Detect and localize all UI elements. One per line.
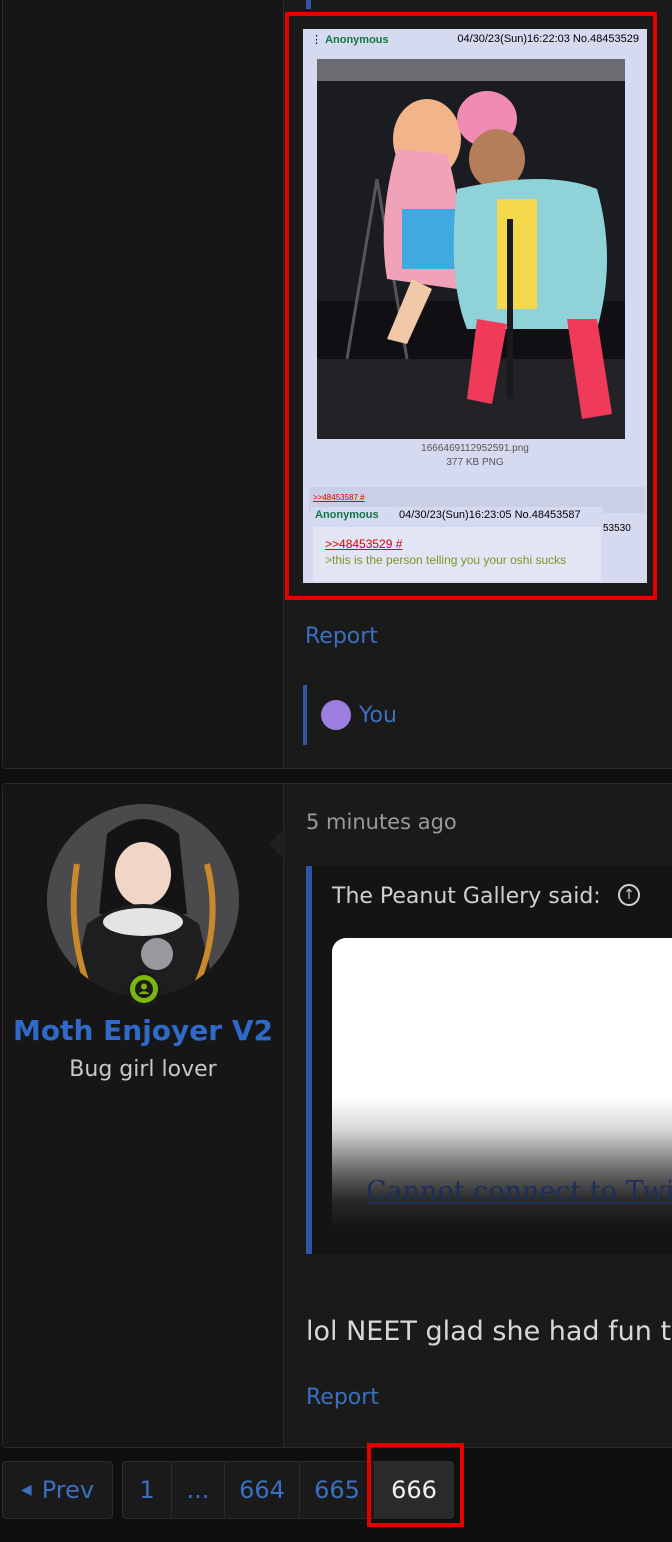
person-icon: [135, 980, 153, 998]
user-column: [3, 0, 284, 768]
reactions-bar: You: [303, 685, 672, 745]
prev-page-button[interactable]: ◀ Prev: [2, 1461, 113, 1519]
post-current: Moth Enjoyer V2 Bug girl lover 5 minutes…: [2, 783, 672, 1448]
page-link-664[interactable]: 664: [224, 1461, 300, 1519]
report-link[interactable]: Report: [306, 1385, 379, 1410]
report-link[interactable]: Report: [305, 624, 378, 649]
user-column: Moth Enjoyer V2 Bug girl lover: [3, 784, 285, 1447]
quote-bar: [306, 0, 311, 9]
user-title: Bug girl lover: [69, 1057, 217, 1082]
highlight-box-pagination: [367, 1443, 464, 1527]
page-link-1[interactable]: 1: [122, 1461, 172, 1519]
prev-label: Prev: [41, 1476, 95, 1504]
post-message: lol NEET glad she had fun th: [306, 1316, 672, 1347]
avatar[interactable]: [47, 804, 239, 996]
arrow-up-icon[interactable]: ↑: [618, 884, 640, 906]
caret-left-icon: ◀: [20, 1482, 32, 1498]
highlight-box: [285, 12, 657, 600]
reaction-user-link[interactable]: You: [359, 703, 397, 728]
quote-author[interactable]: The Peanut Gallery said:: [332, 884, 601, 909]
username-link[interactable]: Moth Enjoyer V2: [3, 1014, 283, 1047]
blockquote: The Peanut Gallery said: ↑ Cannot connec…: [306, 866, 672, 1254]
online-status-icon: [127, 972, 161, 1006]
page-ellipsis[interactable]: ...: [171, 1461, 225, 1519]
avatar-image: [47, 804, 239, 996]
twitter-embed: Cannot connect to Twitt: [332, 938, 672, 1228]
user-avatar: [321, 700, 351, 730]
embed-error-link[interactable]: Cannot connect to Twitt: [366, 1176, 672, 1207]
post-arrow: [269, 828, 285, 860]
post-timestamp[interactable]: 5 minutes ago: [306, 810, 457, 834]
page-link-665[interactable]: 665: [299, 1461, 375, 1519]
